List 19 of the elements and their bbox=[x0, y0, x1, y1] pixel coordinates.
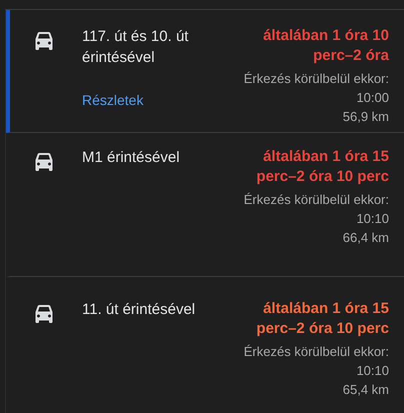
route-distance: 66,4 km bbox=[342, 229, 389, 247]
route-card[interactable]: M1 érintésével általában 1 óra 15 perc–2 óra 10 perc Érkezés körülbelül ekkor: 10:10 66,4 km bbox=[6, 133, 404, 277]
arrival-time: Érkezés körülbelül ekkor: 10:00 bbox=[242, 70, 389, 107]
travel-time: általában 1 óra 10 perc–2 óra bbox=[262, 26, 389, 66]
route-card[interactable]: 11. út érintésével általában 1 óra 15 perc–2 óra 10 perc Érkezés körülbelül ekkor: 10:10 65,4 km bbox=[6, 277, 404, 413]
arrival-time: Érkezés körülbelül ekkor: 10:10 bbox=[242, 191, 389, 228]
route-title: 11. út érintésével bbox=[82, 300, 196, 320]
arrival-time: Érkezés körülbelül ekkor: 10:10 bbox=[242, 343, 389, 380]
route-title: 117. út és 10. út érintésével bbox=[82, 27, 190, 68]
travel-time: általában 1 óra 15 perc–2 óra 10 perc bbox=[255, 299, 389, 339]
route-distance: 56,9 km bbox=[342, 108, 389, 126]
route-card[interactable]: 117. út és 10. út érintésével Részletek általában 1 óra 10 perc–2 óra Érkezés körülbelül ekkor: 10:00 56,9 km bbox=[6, 10, 404, 133]
route-distance: 65,4 km bbox=[342, 381, 389, 399]
car-icon bbox=[34, 32, 54, 50]
details-link[interactable]: Részletek bbox=[82, 92, 144, 108]
travel-time: általában 1 óra 15 perc–2 óra 10 perc bbox=[255, 147, 389, 187]
car-icon bbox=[34, 305, 54, 323]
car-icon bbox=[34, 153, 54, 171]
route-title: M1 érintésével bbox=[82, 148, 181, 168]
